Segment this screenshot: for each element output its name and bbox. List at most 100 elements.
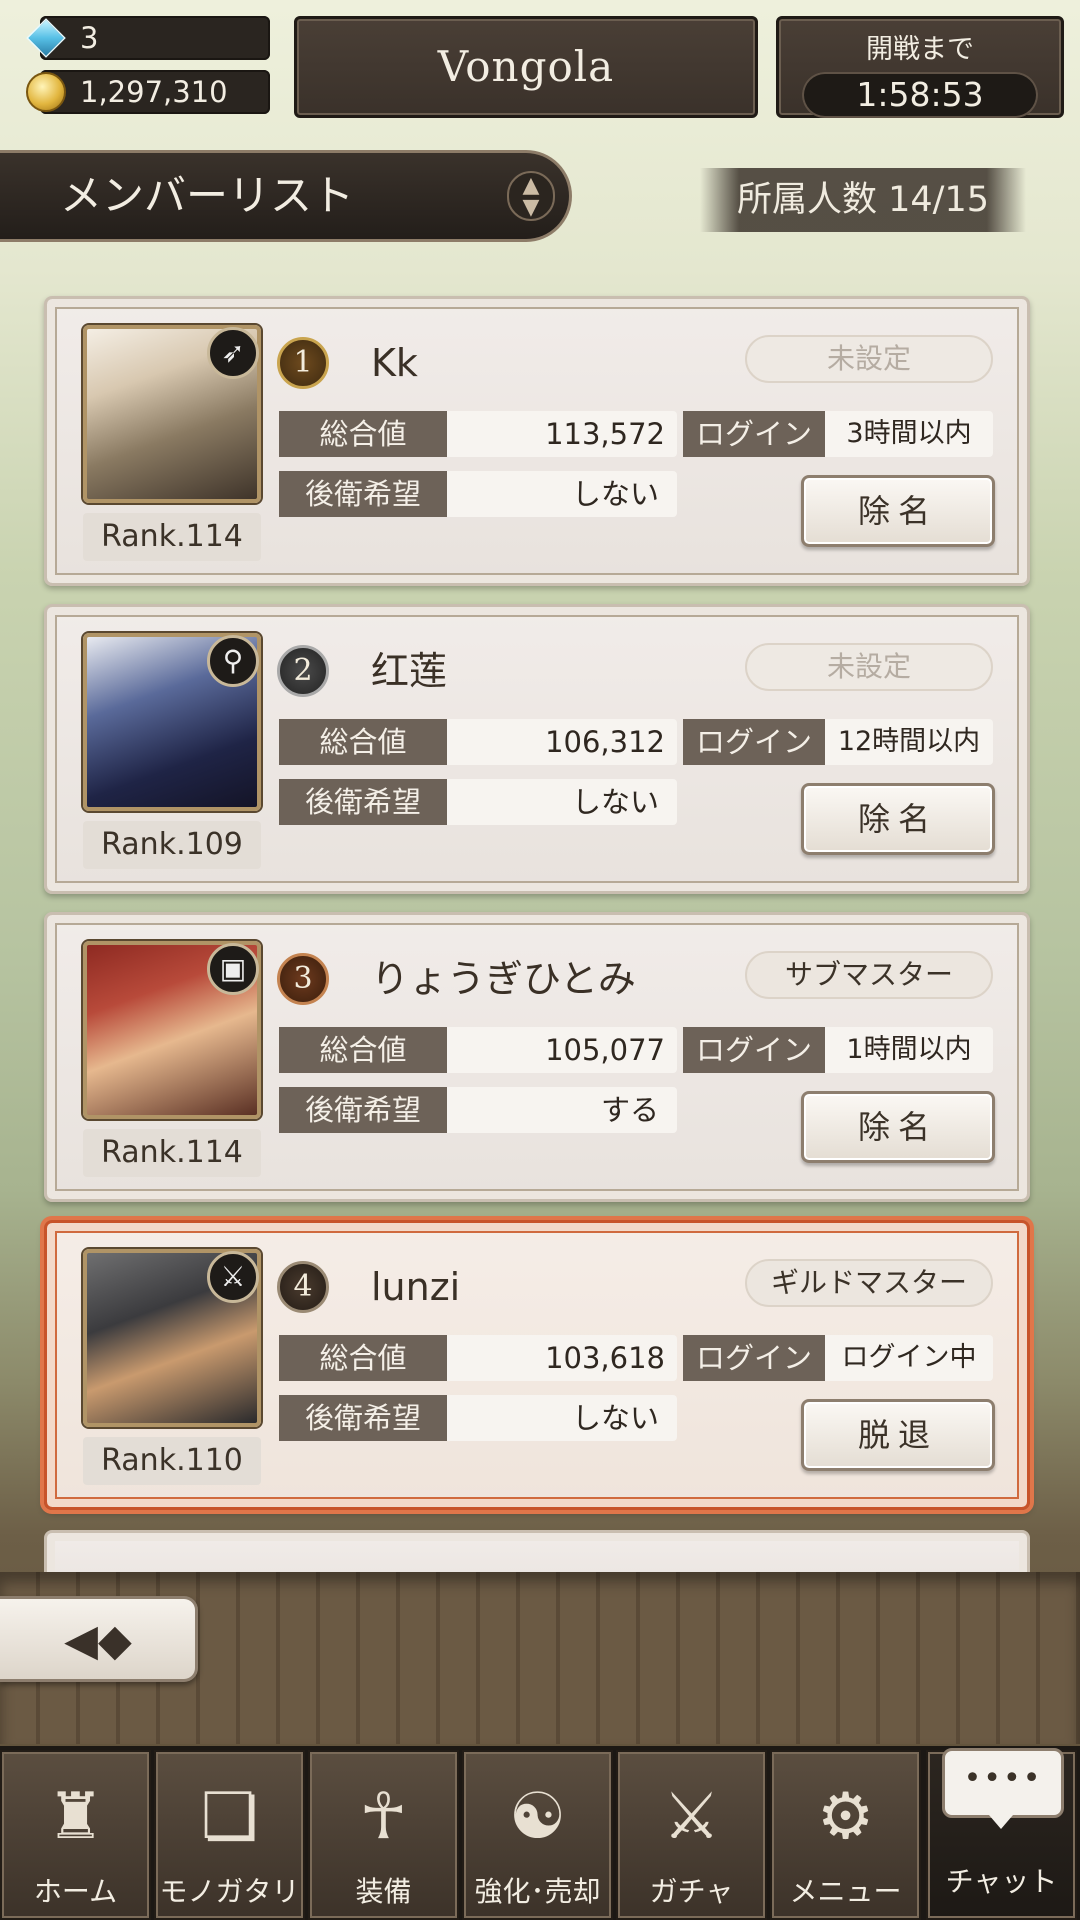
total-label: 総合値 xyxy=(279,411,447,457)
total-value: 105,077 xyxy=(447,1027,677,1073)
member-name: 红莲 xyxy=(371,649,448,693)
page-title: メンバーリスト xyxy=(60,171,355,220)
member-count: 所属人数 14/15 xyxy=(700,168,1026,232)
total-stat: 総合値 113,572 xyxy=(279,411,677,457)
login-label: ログイン xyxy=(683,411,825,457)
rear-guard-stat: 後衛希望 しない xyxy=(279,779,677,825)
login-value: ログイン中 xyxy=(825,1335,993,1381)
nav-enhance[interactable]: ☯ 強化･売却 xyxy=(462,1750,613,1920)
total-label: 総合値 xyxy=(279,1027,447,1073)
nav-menu-label: メニュー xyxy=(789,1875,902,1908)
member-card[interactable]: ▣ Rank.114 3 りょうぎひとみ サブマスター 総合値 105,077 … xyxy=(44,912,1030,1202)
total-value: 106,312 xyxy=(447,719,677,765)
member-rank: Rank.110 xyxy=(83,1437,261,1485)
nav-gacha-label: ガチャ xyxy=(649,1875,734,1908)
rear-guard-stat: 後衛希望 しない xyxy=(279,1395,677,1441)
battle-timer-label: 開戦まで xyxy=(866,34,974,65)
gem-count: 3 xyxy=(80,21,99,55)
nav-chat-label: チャット xyxy=(945,1865,1058,1898)
back-arrow-icon: ◀◆ xyxy=(64,1615,132,1666)
staff-icon: ⚲ xyxy=(207,635,259,687)
crossed-weapons-icon: ⚔ xyxy=(662,1780,721,1854)
gem-counter[interactable]: 3 xyxy=(26,16,270,60)
nav-home-label: ホーム xyxy=(33,1875,118,1908)
rear-guard-stat: 後衛希望 しない xyxy=(279,471,677,517)
expel-button[interactable]: 除名 xyxy=(801,783,995,855)
tome-icon: ▣ xyxy=(207,943,259,995)
total-value: 103,618 xyxy=(447,1335,677,1381)
rear-guard-label: 後衛希望 xyxy=(279,471,447,517)
member-rank: Rank.109 xyxy=(83,821,261,869)
member-rank: Rank.114 xyxy=(83,513,261,561)
rear-guard-stat: 後衛希望 する xyxy=(279,1087,677,1133)
coin-icon xyxy=(26,72,66,112)
total-label: 総合値 xyxy=(279,1335,447,1381)
member-portrait[interactable]: ➶ xyxy=(83,325,261,503)
position-medal: 3 xyxy=(277,953,329,1005)
leave-guild-button[interactable]: 脱退 xyxy=(801,1399,995,1471)
expel-button[interactable]: 除名 xyxy=(801,1091,995,1163)
gem-icon xyxy=(26,18,66,58)
login-label: ログイン xyxy=(683,1027,825,1073)
nav-equip[interactable]: ☥ 装備 xyxy=(308,1750,459,1920)
nav-equip-label: 装備 xyxy=(355,1875,412,1908)
expel-button[interactable]: 除名 xyxy=(801,475,995,547)
nav-story[interactable]: ❏ モノガタリ xyxy=(154,1750,305,1920)
member-name: lunzi xyxy=(371,1265,461,1309)
rear-guard-value: しない xyxy=(447,471,677,517)
battle-timer-value: 1:58:53 xyxy=(802,72,1038,118)
member-portrait[interactable]: ⚔ xyxy=(83,1249,261,1427)
login-stat: ログイン 12時間以内 xyxy=(683,719,993,765)
sword-icon: ⚔ xyxy=(207,1251,259,1303)
top-bar: 3 1,297,310 Vongola 開戦まで 1:58:53 xyxy=(0,0,1080,130)
login-label: ログイン xyxy=(683,719,825,765)
coin-count: 1,297,310 xyxy=(80,75,228,109)
login-value: 1時間以内 xyxy=(825,1027,993,1073)
rear-guard-value: しない xyxy=(447,779,677,825)
coin-counter[interactable]: 1,297,310 xyxy=(26,70,270,114)
member-portrait[interactable]: ⚲ xyxy=(83,633,261,811)
bow-icon: ➶ xyxy=(207,327,259,379)
position-medal: 2 xyxy=(277,645,329,697)
login-value: 3時間以内 xyxy=(825,411,993,457)
total-stat: 総合値 103,618 xyxy=(279,1335,677,1381)
member-card[interactable]: ⚲ Rank.109 2 红莲 未設定 総合値 106,312 ログイン 12時… xyxy=(44,604,1030,894)
sort-icon[interactable]: ▲ ▼ xyxy=(507,171,555,221)
login-value: 12時間以内 xyxy=(825,719,993,765)
member-role: サブマスター xyxy=(745,951,993,999)
member-role: 未設定 xyxy=(745,335,993,383)
member-role: ギルドマスター xyxy=(745,1259,993,1307)
total-stat: 総合値 105,077 xyxy=(279,1027,677,1073)
open-book-icon: ❏ xyxy=(200,1780,259,1854)
member-rank: Rank.114 xyxy=(83,1129,261,1177)
castle-icon: ♜ xyxy=(46,1780,105,1854)
guild-name-plate: Vongola xyxy=(294,16,758,118)
mask-icon: ☯ xyxy=(508,1780,567,1854)
position-medal: 4 xyxy=(277,1261,329,1313)
member-name: りょうぎひとみ xyxy=(371,957,636,1001)
rear-guard-value: する xyxy=(447,1087,677,1133)
nav-story-label: モノガタリ xyxy=(159,1875,300,1908)
rear-guard-value: しない xyxy=(447,1395,677,1441)
total-stat: 総合値 106,312 xyxy=(279,719,677,765)
member-portrait[interactable]: ▣ xyxy=(83,941,261,1119)
bottom-nav: ♜ ホーム ❏ モノガタリ ☥ 装備 ☯ 強化･売却 ⚔ ガチャ ⚙ メニュー … xyxy=(0,1746,1080,1920)
nav-gacha[interactable]: ⚔ ガチャ xyxy=(616,1750,767,1920)
total-label: 総合値 xyxy=(279,719,447,765)
back-button[interactable]: ◀◆ xyxy=(0,1596,198,1682)
puppet-icon: ☥ xyxy=(359,1780,408,1854)
member-card[interactable]: ➶ Rank.114 1 Kk 未設定 総合値 113,572 ログイン 3時間… xyxy=(44,296,1030,586)
login-stat: ログイン ログイン中 xyxy=(683,1335,993,1381)
nav-enhance-label: 強化･売却 xyxy=(474,1875,601,1908)
member-card-self[interactable]: ⚔ Rank.110 4 lunzi ギルドマスター 総合値 103,618 ロ… xyxy=(44,1220,1030,1510)
login-label: ログイン xyxy=(683,1335,825,1381)
gears-icon: ⚙ xyxy=(816,1780,875,1854)
chat-bubble-icon: •••• xyxy=(942,1748,1064,1829)
total-value: 113,572 xyxy=(447,411,677,457)
rear-guard-label: 後衛希望 xyxy=(279,1395,447,1441)
rear-guard-label: 後衛希望 xyxy=(279,1087,447,1133)
login-stat: ログイン 3時間以内 xyxy=(683,411,993,457)
nav-menu[interactable]: ⚙ メニュー xyxy=(770,1750,921,1920)
nav-chat[interactable]: •••• チャット xyxy=(926,1748,1077,1920)
nav-home[interactable]: ♜ ホーム xyxy=(0,1750,151,1920)
